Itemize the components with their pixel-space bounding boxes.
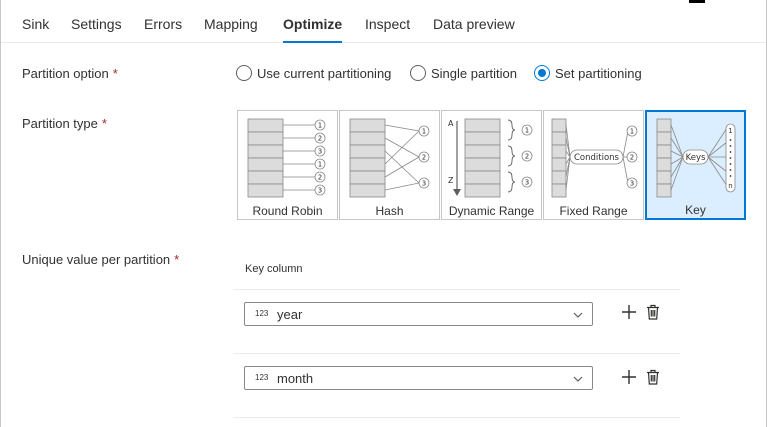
key-first-num: 1 xyxy=(728,127,732,135)
trash-icon[interactable] xyxy=(644,303,662,321)
card-label: Round Robin xyxy=(252,204,323,218)
tab-bar: Sink Settings Errors Mapping Optimize In… xyxy=(1,0,766,43)
fr-num: 2 xyxy=(630,154,634,162)
plus-icon[interactable] xyxy=(620,303,638,321)
radio-circle xyxy=(236,65,252,81)
key-column-header: Key column xyxy=(245,263,303,275)
card-label: Dynamic Range xyxy=(448,204,535,218)
trash-icon[interactable] xyxy=(644,368,662,386)
card-label: Fixed Range xyxy=(559,204,628,218)
hash-num: 2 xyxy=(422,154,426,162)
unique-value-label: Unique value per partition * xyxy=(22,252,180,267)
card-hash[interactable]: 1 2 3 Hash xyxy=(339,110,440,220)
tab-errors[interactable]: Errors xyxy=(144,0,182,42)
fr-num: 3 xyxy=(630,180,634,188)
rr-num: 3 xyxy=(318,148,322,156)
conditions-tag: Conditions xyxy=(574,153,620,163)
radio-circle xyxy=(410,65,426,81)
rr-num: 1 xyxy=(318,161,322,169)
row-divider xyxy=(233,417,680,418)
hash-diagram-icon: 1 2 3 xyxy=(349,118,430,198)
numeric-type-badge: 123 xyxy=(255,309,269,318)
range-end-letter: Z xyxy=(448,176,454,185)
round-robin-diagram-icon: 1 2 3 1 2 3 xyxy=(247,118,326,198)
partition-type-label: Partition type * xyxy=(22,116,107,131)
rr-num: 3 xyxy=(318,187,322,195)
key-column-dropdown-year[interactable]: 123 year xyxy=(244,302,593,326)
radio-single-partition[interactable]: Single partition xyxy=(410,63,517,83)
chevron-down-icon xyxy=(573,376,583,382)
dropdown-value: month xyxy=(277,371,314,386)
dr-num: 2 xyxy=(525,153,529,161)
card-fixed-range[interactable]: Conditions 1 2 3 Fixed Range xyxy=(543,110,644,220)
hash-num: 3 xyxy=(422,180,426,188)
key-column-dropdown-month[interactable]: 123 month xyxy=(244,366,593,390)
row-divider xyxy=(233,353,680,354)
fixed-range-diagram-icon: Conditions 1 2 3 xyxy=(551,118,638,198)
key-diagram-icon: Keys 1 n xyxy=(656,118,736,198)
plus-icon[interactable] xyxy=(620,368,638,386)
rr-num: 2 xyxy=(318,174,322,182)
fr-num: 1 xyxy=(630,128,634,136)
hash-num: 1 xyxy=(422,128,426,136)
chevron-down-icon xyxy=(573,312,583,318)
card-label: Hash xyxy=(375,204,404,218)
tab-sink[interactable]: Sink xyxy=(22,0,49,42)
numeric-type-badge: 123 xyxy=(255,373,269,382)
rr-num: 1 xyxy=(318,122,322,130)
radio-circle-selected xyxy=(534,65,550,81)
card-label: Key xyxy=(685,203,706,217)
partition-option-label: Partition option * xyxy=(22,66,118,81)
card-key[interactable]: Keys 1 n Key xyxy=(645,110,746,220)
keys-tag: Keys xyxy=(686,153,706,163)
row-divider xyxy=(233,289,680,290)
rr-num: 2 xyxy=(318,135,322,143)
dropdown-value: year xyxy=(277,307,303,322)
tab-mapping[interactable]: Mapping xyxy=(204,0,258,42)
tab-inspect[interactable]: Inspect xyxy=(365,0,410,42)
tab-optimize[interactable]: Optimize xyxy=(283,0,343,43)
dr-num: 1 xyxy=(525,127,529,135)
card-round-robin[interactable]: 1 2 3 1 2 3 Round Robin xyxy=(237,110,338,220)
tab-settings[interactable]: Settings xyxy=(71,0,122,42)
radio-use-current-partitioning[interactable]: Use current partitioning xyxy=(236,63,391,83)
dynamic-range-diagram-icon: A Z 1 2 3 xyxy=(448,118,533,198)
range-start-letter: A xyxy=(448,119,454,128)
tab-data-preview[interactable]: Data preview xyxy=(433,0,515,42)
key-last-num: n xyxy=(728,182,732,190)
dr-num: 3 xyxy=(525,179,529,187)
card-dynamic-range[interactable]: A Z 1 2 3 Dynamic Range xyxy=(441,110,542,220)
radio-set-partitioning[interactable]: Set partitioning xyxy=(534,63,642,83)
